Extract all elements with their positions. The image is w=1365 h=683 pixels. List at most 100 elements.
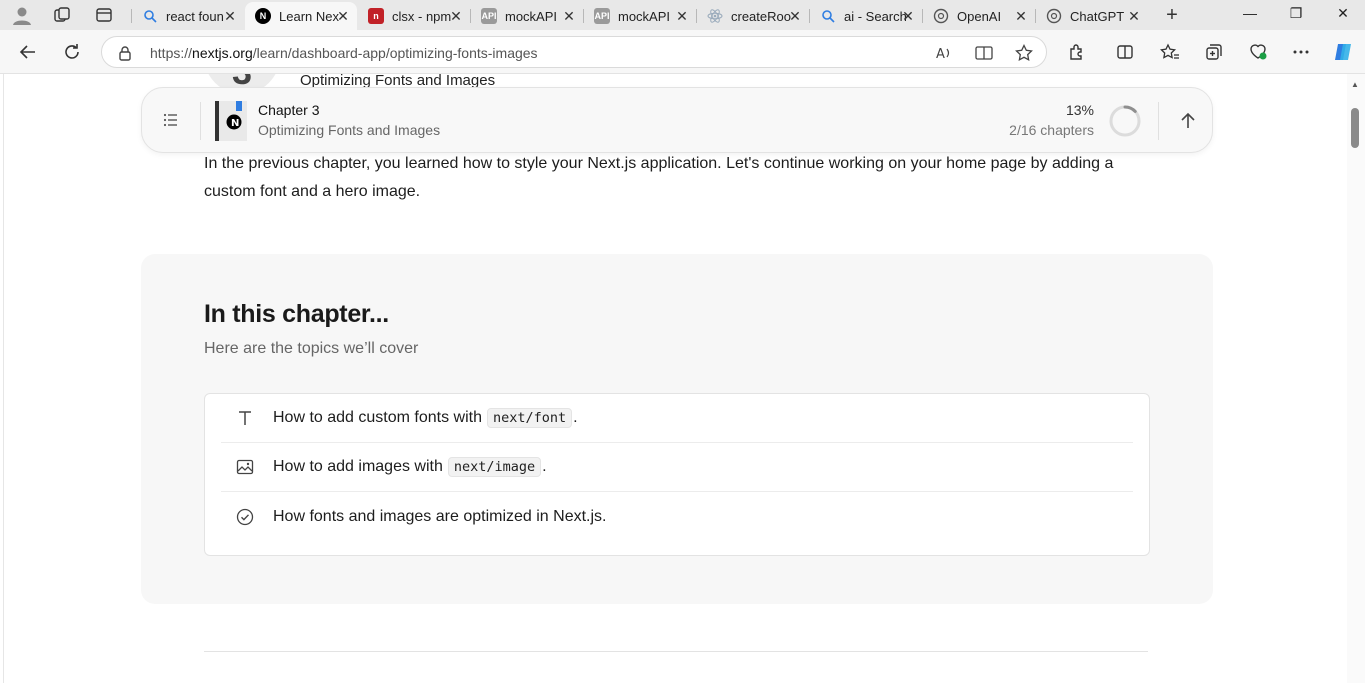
vertical-tabs-icon[interactable] bbox=[92, 4, 116, 26]
api-logo-icon: API bbox=[594, 8, 610, 24]
tab-strip: react foun ✕ N Learn Nex ✕ n clsx - npm … bbox=[0, 0, 1365, 30]
progress-percent: 13% bbox=[1065, 102, 1094, 118]
close-icon[interactable]: ✕ bbox=[787, 8, 803, 24]
nextjs-logo-icon: N bbox=[255, 8, 271, 24]
search-icon bbox=[820, 8, 836, 24]
workspaces-icon[interactable] bbox=[50, 4, 74, 26]
npm-logo-icon: n bbox=[368, 8, 384, 24]
chapters-count: 2/16 chapters bbox=[1009, 122, 1094, 138]
url-prefix: https:// bbox=[150, 45, 193, 61]
list-item: How fonts and images are optimized in Ne… bbox=[221, 492, 1133, 541]
tab-title: OpenAI bbox=[957, 8, 1002, 24]
close-icon[interactable]: ✕ bbox=[1126, 8, 1142, 24]
check-circle-icon bbox=[233, 505, 257, 529]
close-icon[interactable]: ✕ bbox=[335, 8, 351, 24]
close-window-button[interactable]: ✕ bbox=[1331, 5, 1355, 25]
back-button[interactable] bbox=[16, 40, 40, 64]
browser-essentials-icon[interactable] bbox=[1246, 40, 1270, 64]
browser-toolbar: https://nextjs.org/learn/dashboard-app/o… bbox=[0, 30, 1365, 74]
section-divider bbox=[204, 651, 1148, 652]
favorites-icon[interactable] bbox=[1158, 40, 1182, 64]
topics-list: How to add custom fonts with next/font. H… bbox=[204, 393, 1150, 556]
tab-title: Learn Nex bbox=[279, 8, 339, 24]
tab-title: mockAPI bbox=[505, 8, 558, 24]
page-viewport: 3 Optimizing Fonts and Images N Chapter … bbox=[3, 74, 1347, 683]
tab-mockapi-1[interactable]: API mockAPI ✕ bbox=[471, 2, 583, 30]
tab-title: react foun bbox=[166, 8, 224, 24]
scroll-up-arrow-icon[interactable]: ▲ bbox=[1351, 80, 1359, 89]
close-icon[interactable]: ✕ bbox=[900, 8, 916, 24]
svg-text:A: A bbox=[936, 47, 945, 61]
divider bbox=[200, 102, 201, 140]
tab-openai[interactable]: OpenAI ✕ bbox=[923, 2, 1035, 30]
api-logo-icon: API bbox=[481, 8, 497, 24]
chapter-topics-card: In this chapter... Here are the topics w… bbox=[141, 254, 1213, 604]
topic-text: How to add images with bbox=[273, 458, 443, 475]
progress-ring-icon bbox=[1109, 105, 1141, 137]
topics-subheading: Here are the topics we’ll cover bbox=[204, 340, 419, 357]
browser-window: react foun ✕ N Learn Nex ✕ n clsx - npm … bbox=[0, 0, 1365, 683]
openai-logo-icon bbox=[933, 8, 949, 24]
copilot-icon[interactable] bbox=[1331, 40, 1355, 64]
vertical-scrollbar[interactable]: ▲ bbox=[1347, 74, 1365, 683]
text-icon bbox=[233, 406, 257, 430]
tab-title: mockAPI bbox=[618, 8, 671, 24]
scrollbar-thumb[interactable] bbox=[1351, 108, 1359, 148]
table-of-contents-icon[interactable] bbox=[161, 110, 181, 130]
tab-title: ChatGPT bbox=[1070, 8, 1125, 24]
lock-icon[interactable] bbox=[118, 45, 132, 66]
tab-createroot[interactable]: createRoo ✕ bbox=[697, 2, 809, 30]
chapter-title: Chapter 3 bbox=[258, 102, 320, 118]
close-icon[interactable]: ✕ bbox=[222, 8, 238, 24]
address-bar[interactable]: https://nextjs.org/learn/dashboard-app/o… bbox=[101, 36, 1047, 68]
collections-icon[interactable] bbox=[1202, 40, 1226, 64]
search-icon bbox=[142, 8, 158, 24]
topics-heading: In this chapter... bbox=[204, 300, 389, 328]
tab-title: clsx - npm bbox=[392, 8, 452, 24]
tab-title: ai - Search bbox=[844, 8, 906, 24]
image-icon bbox=[233, 455, 257, 479]
close-icon[interactable]: ✕ bbox=[448, 8, 464, 24]
tab-ai-search[interactable]: ai - Search ✕ bbox=[810, 2, 922, 30]
close-icon[interactable]: ✕ bbox=[1013, 8, 1029, 24]
url-host: nextjs.org bbox=[192, 45, 253, 61]
read-aloud-icon[interactable]: A bbox=[934, 43, 954, 63]
course-book-icon: N bbox=[214, 100, 248, 142]
url-path: /learn/dashboard-app/optimizing-fonts-im… bbox=[252, 45, 538, 61]
svg-text:N: N bbox=[231, 118, 239, 129]
divider bbox=[1158, 102, 1159, 140]
scroll-to-top-button[interactable] bbox=[1176, 109, 1200, 133]
close-icon[interactable]: ✕ bbox=[561, 8, 577, 24]
restore-button[interactable]: ❐ bbox=[1284, 5, 1308, 25]
new-tab-button[interactable]: + bbox=[1160, 4, 1184, 26]
topic-suffix: . bbox=[573, 409, 578, 426]
tab-mockapi-2[interactable]: API mockAPI ✕ bbox=[584, 2, 696, 30]
topic-text: How fonts and images are optimized in Ne… bbox=[273, 507, 607, 525]
chapter-progress-bar: N Chapter 3 Optimizing Fonts and Images … bbox=[141, 87, 1213, 153]
list-item: How to add custom fonts with next/font. bbox=[221, 394, 1133, 443]
chapter-subtitle: Optimizing Fonts and Images bbox=[258, 122, 441, 138]
topic-suffix: . bbox=[542, 458, 547, 475]
intro-paragraph: In the previous chapter, you learned how… bbox=[204, 155, 1114, 200]
refresh-button[interactable] bbox=[60, 40, 84, 64]
tab-react[interactable]: react foun ✕ bbox=[132, 2, 244, 30]
url-text[interactable]: https://nextjs.org/learn/dashboard-app/o… bbox=[150, 45, 538, 61]
code-snippet: next/font bbox=[486, 408, 573, 428]
immersive-reader-icon[interactable] bbox=[974, 43, 994, 63]
tab-learn-nextjs[interactable]: N Learn Nex ✕ bbox=[245, 2, 357, 30]
tab-title: createRoo bbox=[731, 8, 791, 24]
react-logo-icon bbox=[707, 8, 723, 24]
tab-clsx[interactable]: n clsx - npm ✕ bbox=[358, 2, 470, 30]
openai-logo-icon bbox=[1046, 8, 1062, 24]
topic-text: How to add custom fonts with bbox=[273, 409, 482, 426]
minimize-button[interactable]: — bbox=[1238, 5, 1262, 25]
more-options-icon[interactable] bbox=[1289, 40, 1313, 64]
favorite-star-icon[interactable] bbox=[1014, 43, 1034, 63]
list-item: How to add images with next/image. bbox=[221, 443, 1133, 492]
code-snippet: next/image bbox=[447, 457, 542, 477]
tab-chatgpt[interactable]: ChatGPT ✕ bbox=[1036, 2, 1148, 30]
split-screen-icon[interactable] bbox=[1113, 40, 1137, 64]
close-icon[interactable]: ✕ bbox=[674, 8, 690, 24]
extensions-icon[interactable] bbox=[1065, 40, 1089, 64]
profile-icon[interactable] bbox=[10, 4, 34, 26]
